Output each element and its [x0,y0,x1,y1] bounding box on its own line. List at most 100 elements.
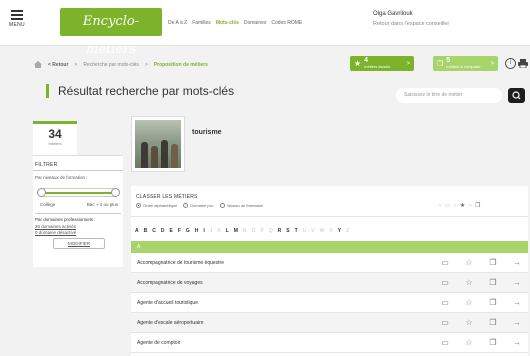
copy-icon[interactable]: ❐ [488,313,498,333]
domain-status: 26 domaines activés 0 domaine désactivé [35,224,76,236]
letter-m[interactable]: M [234,228,238,234]
arrow-right-icon[interactable]: → [512,333,522,353]
job-title[interactable]: Agente d'escale aéroportuaire [137,320,204,326]
title-accent [46,84,49,98]
compare-button[interactable]: ❐ 5 métiers à comparer > [433,56,498,71]
letter-q: Q [268,228,273,234]
page-title: Résultat recherche par mots-clés [58,84,235,98]
job-title[interactable]: Accompagnatrice de voyages [137,280,203,286]
letter-g[interactable]: G [186,228,190,234]
filter-title: FILTRER [33,156,123,171]
results-count-number: 34 [48,127,62,141]
job-row[interactable]: Agente d'accueil touristique ▭ ☆ ❐ → [131,293,528,313]
back-link[interactable]: < Retour [48,62,68,68]
print-icon[interactable] [518,59,528,69]
row-actions: ▭ ☆ ❐ → [440,293,522,313]
star-icon[interactable]: ★ [460,202,465,209]
results-panel: CLASSER LES MÉTIERS Ordre alphabétique D… [131,186,528,356]
breadcrumb-search[interactable]: Recherche par mots-clés [83,62,139,68]
star-outline-icon[interactable]: ☆ [464,293,474,313]
letter-s[interactable]: S [286,228,289,234]
letter-r[interactable]: R [278,228,282,234]
nav-domaines[interactable]: Domaines [244,20,267,26]
star-outline-icon[interactable]: ☆ [464,333,474,353]
home-icon[interactable] [34,61,42,68]
nav-familles[interactable]: Familles [192,20,211,26]
job-row[interactable]: Agente de comptoir ▭ ☆ ❐ → [131,333,528,353]
level-slider[interactable] [37,188,120,197]
letter-l[interactable]: L [226,228,229,234]
sort-alpha-radio[interactable]: Ordre alphabétique [136,203,177,208]
letter-b[interactable]: B [144,228,148,234]
copy-icon[interactable]: ❐ [488,293,498,313]
divider [131,216,528,217]
sort-domain-radio[interactable]: Domaine pro. [183,203,214,208]
radio-icon[interactable]: ○ [438,203,442,209]
copy-icon[interactable]: ❐ [488,333,498,353]
compare-label: métiers à comparer [446,64,481,69]
keyword-title: tourisme [192,129,222,136]
search-button[interactable] [508,88,525,103]
copy-icon[interactable]: ❐ [475,202,480,209]
radio-icon[interactable]: ○ [453,203,457,209]
back-to-space-link[interactable]: Retour dans l'espace conseiller [373,19,449,29]
star-outline-icon[interactable]: ☆ [464,273,474,293]
breadcrumb-current: Proposition de métiers [153,61,209,68]
level-label: Par niveaux de formation : [35,175,88,180]
nav-az[interactable]: De A à Z [168,20,187,26]
star-outline-icon[interactable]: ☆ [464,313,474,333]
modify-button[interactable]: MODIFIER [53,238,105,249]
comment-icon[interactable]: ▭ [440,273,450,293]
slider-max-handle[interactable] [111,188,120,197]
domains-inactive-link[interactable]: 0 domaine désactivé [35,230,76,236]
star-outline-icon[interactable]: ☆ [464,253,474,273]
letter-u: U [302,228,307,234]
letter-d[interactable]: D [161,228,165,234]
arrow-right-icon[interactable]: → [512,253,522,273]
job-title[interactable]: Accompagnatrice de tourisme équestre [137,260,224,266]
job-title[interactable]: Agente de comptoir [137,340,180,346]
letter-x: X [329,228,333,234]
letter-i[interactable]: I [203,228,204,234]
sort-level-radio[interactable]: Niveau de formation [220,203,263,208]
menu-label: MENU [9,22,25,28]
breadcrumb: < Retour > Recherche par mots-clés > Pro… [34,61,208,68]
arrow-right-icon[interactable]: → [512,293,522,313]
slider-min-label: Collège [40,202,56,207]
radio-icon[interactable]: ○ [468,203,472,209]
logo[interactable]: Encyclo-métiers [60,8,162,57]
arrow-right-icon[interactable]: → [512,313,522,333]
results-count-label: métiers [48,141,62,146]
view-filters: ○ ▭ ○ ★ ○ ❐ [438,202,480,210]
chevron-right-icon: > [406,60,410,67]
job-title[interactable]: Agente d'accueil touristique [137,300,198,306]
comment-icon[interactable]: ▭ [445,202,451,209]
comment-icon[interactable]: ▭ [440,313,450,333]
comment-icon[interactable]: ▭ [440,253,450,273]
arrow-right-icon[interactable]: → [512,273,522,293]
letter-c[interactable]: C [152,228,156,234]
slider-min-handle[interactable] [37,188,46,197]
copy-icon[interactable]: ❐ [488,273,498,293]
job-row[interactable]: Accompagnatrice de tourisme équestre ▭ ☆ ❐ → [131,253,528,273]
job-row[interactable]: Agente d'escale aéroportuaire ▭ ☆ ❐ → [131,313,528,333]
letter-n: N [242,228,247,234]
row-actions: ▭ ☆ ❐ → [440,273,522,293]
menu-button[interactable]: MENU [6,8,28,38]
letter-e[interactable]: E [170,228,173,234]
info-icon[interactable]: i [505,58,516,69]
alphabet-index: ABCDEFGHIJKLMNOPQRSTUVWXYZ [135,228,349,234]
letter-y[interactable]: Y [338,228,341,234]
favorites-button[interactable]: ★ 4 métiers favoris > [350,56,414,71]
nav-mots-cles[interactable]: Mots-clés [216,20,239,26]
job-row[interactable]: Accompagnatrice de voyages ▭ ☆ ❐ → [131,273,528,293]
letter-f[interactable]: F [178,228,181,234]
comment-icon[interactable]: ▭ [440,333,450,353]
letter-h[interactable]: H [195,228,199,234]
letter-t[interactable]: T [295,228,298,234]
letter-a[interactable]: A [135,228,139,234]
comment-icon[interactable]: ▭ [440,293,450,313]
nav-codes-rome[interactable]: Codes ROME [271,20,302,26]
job-search-input[interactable]: Saisissez le titre de métier [396,88,502,103]
copy-icon[interactable]: ❐ [488,253,498,273]
